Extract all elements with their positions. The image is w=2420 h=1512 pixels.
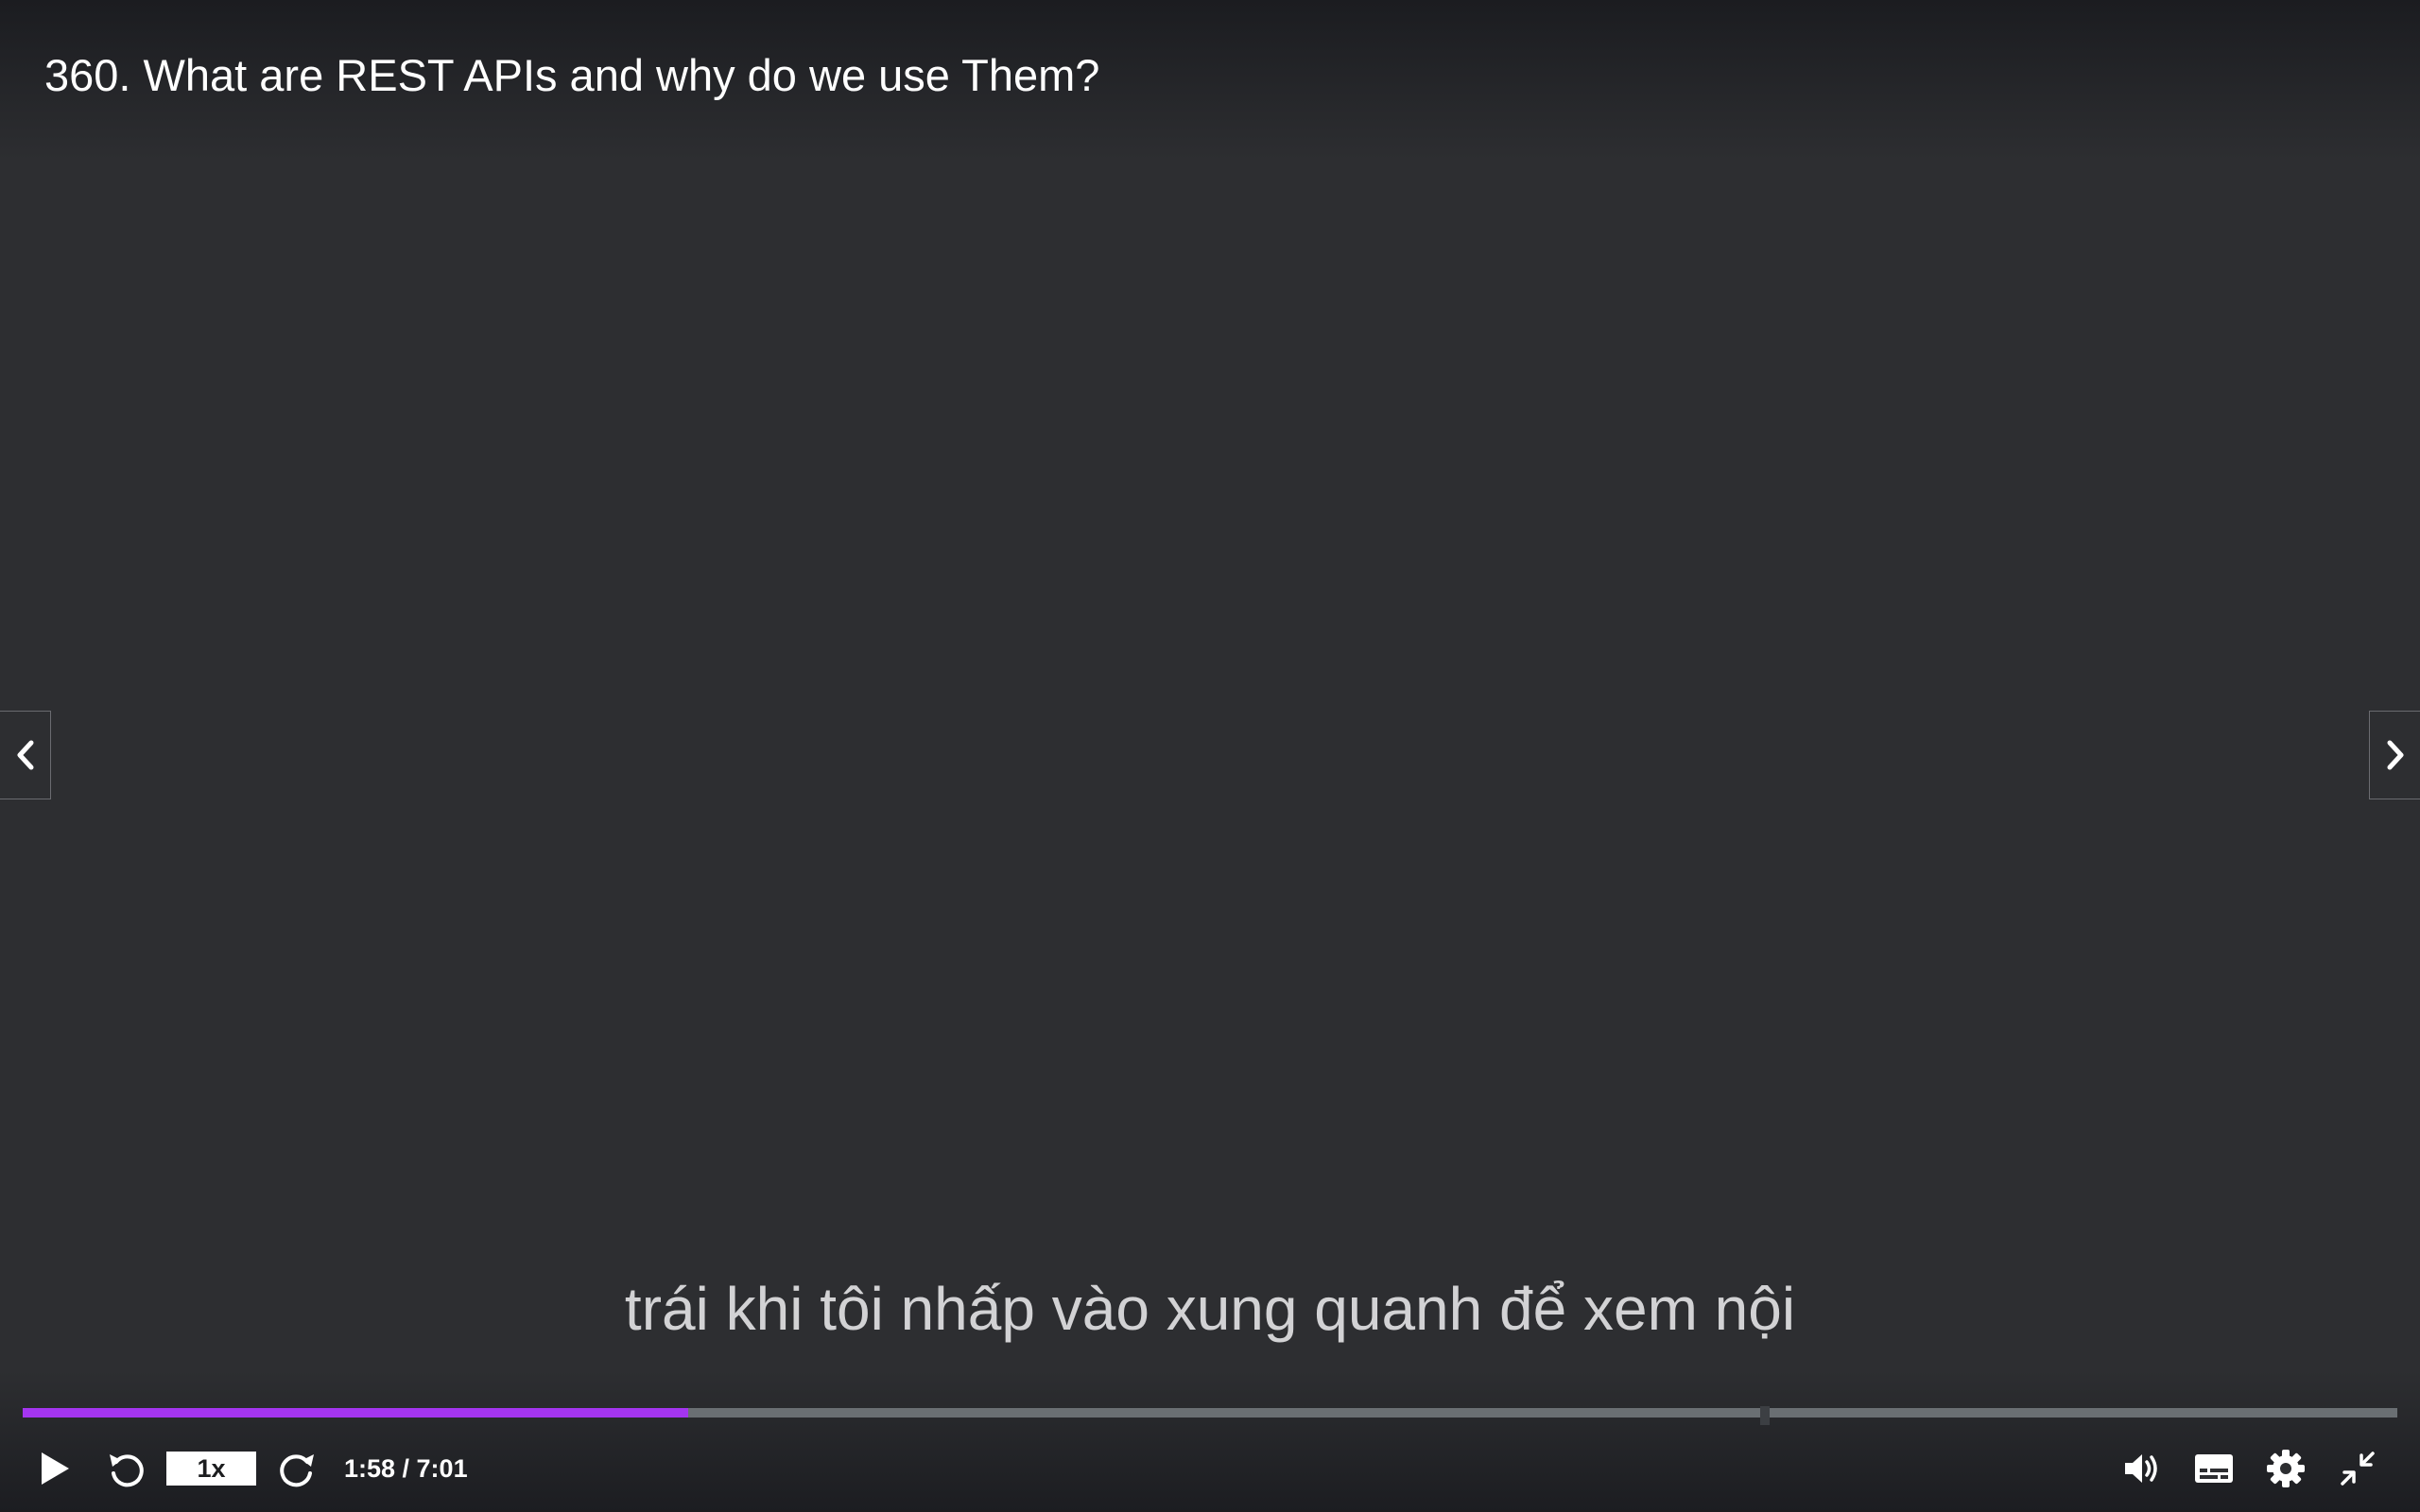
time-display: 1:58 / 7:01 xyxy=(344,1454,468,1483)
chevron-right-icon xyxy=(2381,738,2410,772)
progress-marker xyxy=(1760,1406,1771,1425)
settings-button[interactable] xyxy=(2261,1446,2310,1491)
playback-speed-button[interactable]: 1x xyxy=(166,1452,256,1486)
chevron-left-icon xyxy=(11,738,40,772)
forward-button[interactable] xyxy=(274,1446,320,1491)
rewind-5-icon xyxy=(107,1449,147,1488)
play-icon xyxy=(38,1450,72,1487)
progress-bar[interactable] xyxy=(23,1406,2397,1425)
forward-5-icon xyxy=(277,1449,317,1488)
volume-button[interactable] xyxy=(2118,1446,2167,1491)
next-lecture-button[interactable] xyxy=(2369,711,2420,799)
play-button[interactable] xyxy=(32,1446,78,1491)
rewind-button[interactable] xyxy=(104,1446,149,1491)
lecture-title: 360. What are REST APIs and why do we us… xyxy=(44,50,1100,100)
subtitle-caption: trái khi tôi nhấp vào xung quanh để xem … xyxy=(624,1275,1796,1343)
previous-lecture-button[interactable] xyxy=(0,711,51,799)
captions-icon xyxy=(2194,1452,2234,1485)
gear-icon xyxy=(2266,1449,2306,1488)
progress-fill xyxy=(23,1408,689,1418)
video-player[interactable]: 360. What are REST APIs and why do we us… xyxy=(0,0,2420,1512)
captions-button[interactable] xyxy=(2189,1446,2238,1491)
exit-fullscreen-icon xyxy=(2339,1450,2377,1487)
exit-fullscreen-button[interactable] xyxy=(2333,1446,2382,1491)
control-bar: 1x 1:58 / 7:01 xyxy=(0,1436,2420,1501)
volume-icon xyxy=(2122,1451,2162,1486)
